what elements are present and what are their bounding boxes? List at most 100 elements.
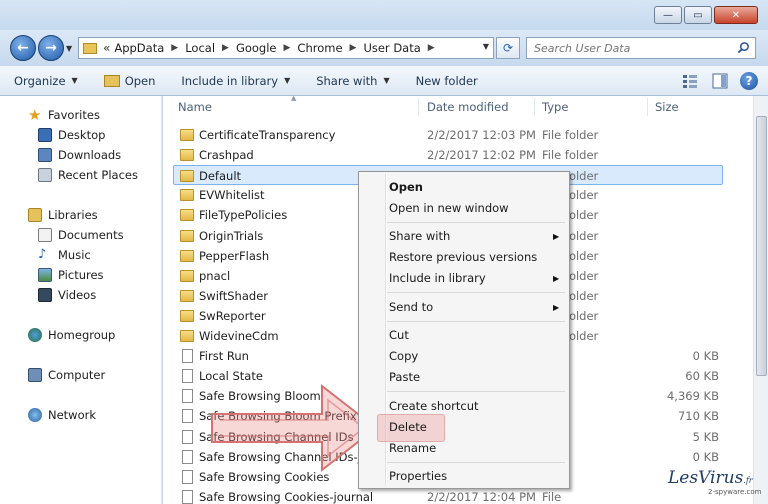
breadcrumb-overflow[interactable]: « xyxy=(103,41,110,55)
column-divider[interactable] xyxy=(647,98,648,116)
menu-item-delete[interactable]: Delete xyxy=(389,417,427,437)
file-icon xyxy=(182,349,193,364)
menu-item-cut[interactable]: Cut xyxy=(389,325,409,345)
new-folder-label: New folder xyxy=(415,73,478,88)
window-controls: — ▭ ✕ xyxy=(654,6,758,24)
submenu-arrow-icon: ▶ xyxy=(553,302,560,312)
folder-icon xyxy=(180,269,194,282)
menu-item-rename[interactable]: Rename xyxy=(389,438,436,458)
menu-item-create-shortcut[interactable]: Create shortcut xyxy=(389,396,479,416)
folder-icon xyxy=(180,249,194,262)
nav-favorites-label: Favorites xyxy=(48,108,100,122)
watermark-sub: 2-spyware.com xyxy=(708,488,762,496)
column-header-type[interactable]: Type xyxy=(542,100,568,114)
nav-libraries[interactable]: Libraries xyxy=(28,206,98,224)
breadcrumb-item[interactable]: Local xyxy=(185,41,215,55)
file-name: PepperFlash xyxy=(199,248,270,263)
nav-favorites[interactable]: ★ Favorites xyxy=(28,106,100,124)
menu-item-open-new-window[interactable]: Open in new window xyxy=(389,198,509,218)
file-icon xyxy=(182,489,193,504)
refresh-button[interactable]: ⟳ xyxy=(496,37,520,59)
recent-places-icon xyxy=(38,168,52,182)
chevron-right-icon[interactable]: ▶ xyxy=(350,43,357,53)
help-icon[interactable]: ? xyxy=(740,72,758,90)
table-row[interactable]: Safe Browsing Cookies-journal 2/2/2017 12… xyxy=(163,487,743,504)
include-in-library-button[interactable]: Include in library ▼ xyxy=(181,74,290,88)
nav-recent-places[interactable]: Recent Places xyxy=(38,166,138,184)
table-row[interactable]: CertificateTransparency 2/2/2017 12:03 PM… xyxy=(163,125,743,145)
include-in-library-label: Include in library xyxy=(181,73,279,88)
nav-homegroup[interactable]: Homegroup xyxy=(28,326,115,344)
videos-icon xyxy=(38,288,52,302)
folder-icon xyxy=(180,149,194,162)
breadcrumb-item[interactable]: Chrome xyxy=(297,41,342,55)
menu-item-include-in-library[interactable]: Include in library ▶ xyxy=(389,268,559,288)
computer-icon xyxy=(28,368,42,382)
file-name: FileTypePolicies xyxy=(199,208,288,223)
nav-videos-label: Videos xyxy=(58,288,97,302)
back-button[interactable]: ← xyxy=(10,35,36,61)
menu-item-send-to-label: Send to xyxy=(389,300,434,314)
scrollbar-thumb[interactable] xyxy=(756,116,767,376)
menu-item-send-to[interactable]: Send to ▶ xyxy=(389,297,559,317)
search-box xyxy=(526,37,756,59)
preview-pane-icon[interactable] xyxy=(710,71,730,91)
menu-item-share-with[interactable]: Share with ▶ xyxy=(389,226,559,246)
change-view-icon[interactable] xyxy=(680,71,700,91)
search-input[interactable] xyxy=(534,41,729,55)
vertical-scrollbar[interactable] xyxy=(753,96,768,504)
breadcrumb-item[interactable]: User Data xyxy=(363,41,420,55)
folder-icon xyxy=(180,289,194,302)
command-bar: Organize ▼ Open Include in library ▼ Sha… xyxy=(0,66,768,96)
chevron-right-icon[interactable]: ▶ xyxy=(222,43,229,53)
breadcrumb-item[interactable]: AppData xyxy=(114,41,164,55)
share-with-button[interactable]: Share with ▼ xyxy=(316,74,389,88)
chevron-right-icon[interactable]: ▶ xyxy=(171,43,178,53)
menu-item-properties[interactable]: Properties xyxy=(389,466,447,486)
folder-icon xyxy=(180,129,194,141)
chevron-down-icon: ▼ xyxy=(383,76,390,85)
table-row[interactable]: Crashpad 2/2/2017 12:02 PM File folder xyxy=(163,145,743,165)
submenu-arrow-icon: ▶ xyxy=(553,231,560,241)
forward-button[interactable]: → xyxy=(38,35,64,61)
file-name: pnacl xyxy=(199,268,231,283)
nav-documents[interactable]: Documents xyxy=(38,226,124,244)
address-bar[interactable]: « AppData ▶ Local ▶ Google ▶ Chrome ▶ Us… xyxy=(78,37,494,59)
chevron-right-icon[interactable]: ▶ xyxy=(284,43,291,53)
file-size: 60 KB xyxy=(685,369,719,384)
address-dropdown[interactable]: ▼ xyxy=(483,42,489,51)
breadcrumb-item[interactable]: Google xyxy=(236,41,277,55)
music-icon: ♪ xyxy=(38,247,47,262)
chevron-right-icon[interactable]: ▶ xyxy=(428,43,435,53)
menu-item-paste[interactable]: Paste xyxy=(389,367,420,387)
arrow-left-icon: ← xyxy=(17,40,29,56)
nav-downloads[interactable]: Downloads xyxy=(38,146,121,164)
nav-pictures[interactable]: Pictures xyxy=(38,266,104,284)
pictures-icon xyxy=(38,268,52,282)
menu-item-copy[interactable]: Copy xyxy=(389,346,418,366)
nav-recent-places-label: Recent Places xyxy=(58,168,138,182)
menu-item-restore-previous-versions[interactable]: Restore previous versions xyxy=(389,247,537,267)
recent-pages-dropdown[interactable]: ▼ xyxy=(66,44,72,53)
organize-button[interactable]: Organize ▼ xyxy=(14,74,78,88)
open-folder-icon xyxy=(103,74,120,87)
open-button[interactable]: Open xyxy=(103,74,155,88)
folder-icon xyxy=(180,330,194,342)
search-icon[interactable] xyxy=(737,41,750,54)
minimize-button[interactable]: — xyxy=(654,6,682,24)
nav-music[interactable]: ♪ Music xyxy=(38,246,91,264)
new-folder-button[interactable]: New folder xyxy=(416,74,478,88)
close-button[interactable]: ✕ xyxy=(714,6,758,24)
column-header-date[interactable]: Date modified xyxy=(427,100,509,114)
column-divider[interactable] xyxy=(418,98,419,116)
menu-item-open[interactable]: Open xyxy=(389,177,423,197)
nav-desktop[interactable]: Desktop xyxy=(38,126,105,144)
column-header-size[interactable]: Size xyxy=(655,100,679,114)
column-header-name[interactable]: Name xyxy=(178,100,212,114)
column-divider[interactable] xyxy=(534,98,535,116)
maximize-button[interactable]: ▭ xyxy=(684,6,712,24)
nav-computer[interactable]: Computer xyxy=(28,366,105,384)
file-date-modified: 2/2/2017 12:04 PM xyxy=(427,489,536,504)
nav-videos[interactable]: Videos xyxy=(38,286,96,304)
nav-network[interactable]: Network xyxy=(28,406,96,424)
